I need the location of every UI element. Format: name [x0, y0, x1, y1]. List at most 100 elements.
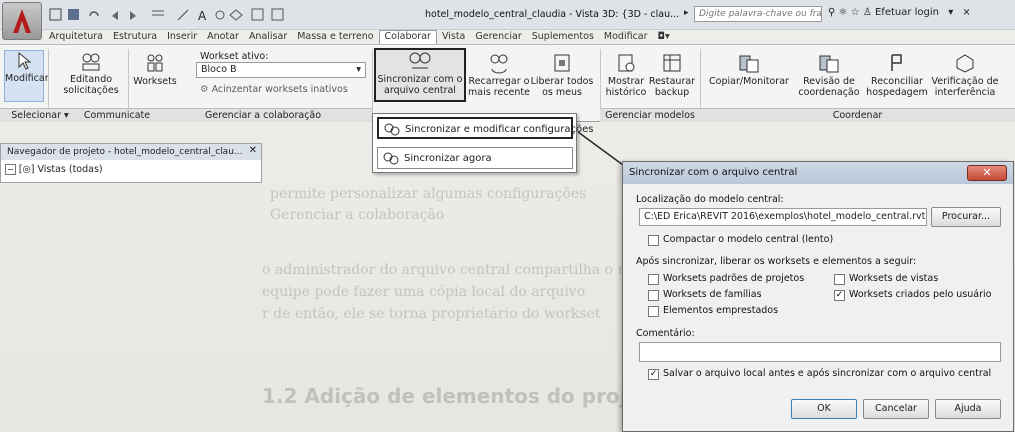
user-icon[interactable]: ♙ [863, 7, 872, 18]
tab-colaborar[interactable]: Colaborar [378, 30, 437, 44]
menu-item-label: Sincronizar e modificar configurações [405, 124, 594, 135]
modify-button[interactable]: Modificar [4, 50, 49, 102]
interference-check-label: Verificação de interferência [931, 76, 999, 98]
option-label: Worksets de famílias [663, 289, 762, 300]
copy-monitor-button[interactable]: Copiar/Monitorar [704, 52, 794, 87]
divider [372, 49, 373, 121]
after-sync-label: Após sincronizar, liberar os worksets e … [636, 256, 917, 267]
option-label: Elementos emprestados [663, 305, 779, 316]
backup-icon [663, 54, 681, 72]
view-worksets-checkbox[interactable] [834, 274, 845, 285]
svg-text:A: A [198, 9, 207, 22]
interference-check-button[interactable]: Verificação de interferência [930, 52, 1000, 98]
panel-select[interactable]: Selecionar ▾ [0, 108, 80, 122]
star-icon[interactable]: ☆ [851, 7, 860, 18]
coordination-review-label: Revisão de coordenação [798, 76, 860, 98]
sync-dropdown-menu: Sincronizar e modificar configurações Si… [372, 113, 593, 173]
copy-monitor-label: Copiar/Monitorar [709, 76, 789, 87]
comment-field[interactable] [639, 342, 1001, 362]
cursor-icon [18, 51, 32, 70]
close-icon[interactable]: ✕ [249, 145, 257, 156]
ribbon-toggle-icon[interactable]: ◘▾ [653, 30, 675, 44]
chevron-right-icon[interactable]: ▸ [684, 8, 692, 20]
tab-analisar[interactable]: Analisar [244, 30, 292, 44]
gray-worksets-icon: ⚙ [200, 84, 209, 95]
editing-requests-label: Editando solicitações [63, 74, 119, 96]
views-icon: [◎] [18, 164, 35, 175]
exchange-icon[interactable]: ⨯ [962, 7, 970, 18]
chevron-down-icon: ▾ [356, 64, 361, 75]
option-label: Worksets criados pelo usuário [849, 289, 992, 300]
gray-inactive-label: Acinzentar worksets inativos [211, 84, 348, 95]
sync-icon [383, 152, 399, 165]
help-icon[interactable]: ▾ [948, 7, 953, 18]
worksets-label: Worksets [133, 76, 177, 87]
application-menu-button[interactable] [2, 2, 42, 40]
relinquish-all-label: Liberar todos os meus [530, 76, 594, 98]
coordination-review-button[interactable]: Revisão de coordenação [794, 52, 864, 98]
tab-anotar[interactable]: Anotar [202, 30, 244, 44]
tab-vista[interactable]: Vista [437, 30, 470, 44]
ribbon-tabs: Arquitetura Estrutura Inserir Anotar Ana… [44, 30, 675, 44]
panel-coordinate: Coordenar [700, 108, 1015, 122]
menu-item-sync-now[interactable]: Sincronizar agora [377, 147, 573, 169]
book-text-line: permite personalizar algumas configuraçõ… [270, 186, 587, 202]
collapse-icon[interactable]: − [5, 164, 16, 175]
borrowed-elements-checkbox[interactable] [648, 306, 659, 317]
tab-inserir[interactable]: Inserir [162, 30, 202, 44]
editing-requests-button[interactable]: Editando solicitações [56, 52, 126, 96]
tab-modificar[interactable]: Modificar [599, 30, 653, 44]
menu-item-sync-modify[interactable]: Sincronizar e modificar configurações [377, 117, 593, 139]
infocenter-icon[interactable]: ⚛ [839, 7, 848, 18]
user-worksets-checkbox[interactable]: ✓ [834, 290, 845, 301]
interference-icon [956, 54, 974, 73]
relinquish-all-button[interactable]: Liberar todos os meus [530, 52, 594, 98]
help-button[interactable]: Ajuda [935, 399, 1001, 419]
gray-inactive-worksets-button[interactable]: ⚙ Acinzentar worksets inativos [200, 84, 348, 95]
show-history-button[interactable]: Mostrar histórico [604, 52, 648, 98]
requests-icon [82, 53, 100, 71]
reload-icon [490, 54, 508, 74]
login-link[interactable]: Efetuar login [875, 7, 939, 18]
option-label: Worksets de vistas [849, 273, 939, 284]
tree-item-views[interactable]: − [◎] Vistas (todas) [5, 164, 103, 175]
active-workset-label: Workset ativo: [200, 51, 269, 62]
worksets-icon [147, 54, 163, 72]
menu-item-label: Sincronizar agora [404, 153, 492, 164]
tab-estrutura[interactable]: Estrutura [108, 30, 162, 44]
restore-backup-label: Restaurar backup [648, 76, 696, 98]
worksets-button[interactable]: Worksets [130, 52, 180, 87]
ok-button[interactable]: OK [791, 399, 857, 419]
binoculars-icon[interactable]: ⚲ [828, 7, 835, 18]
modify-label: Modificar [5, 73, 49, 84]
relinquish-icon [554, 54, 570, 72]
history-icon [618, 54, 635, 72]
panel-communicate: Communicate [80, 108, 154, 122]
tab-massa-e-terreno[interactable]: Massa e terreno [292, 30, 378, 44]
tab-arquitetura[interactable]: Arquitetura [44, 30, 108, 44]
tab-suplementos[interactable]: Suplementos [527, 30, 599, 44]
family-worksets-checkbox[interactable] [648, 290, 659, 301]
reconcile-icon [891, 54, 902, 71]
restore-backup-button[interactable]: Restaurar backup [648, 52, 696, 98]
dialog-title: Sincronizar com o arquivo central [623, 162, 1013, 184]
dialog-close-button[interactable]: ✕ [967, 165, 1007, 181]
browse-button[interactable]: Procurar... [931, 207, 1001, 227]
book-text-line: equipe pode fazer uma cópia local do arq… [262, 284, 586, 300]
search-input[interactable]: Digite palavra-chave ou frase [694, 6, 822, 22]
reload-latest-label: Recarregar o mais recente [468, 76, 530, 98]
compact-checkbox[interactable] [648, 235, 659, 246]
tab-gerenciar[interactable]: Gerenciar [470, 30, 526, 44]
location-field[interactable]: C:\ED Erica\REVIT 2016\exemplos\hotel_mo… [639, 208, 927, 226]
sync-central-button[interactable]: Sincronizar com o arquivo central [374, 48, 466, 102]
window-title: hotel_modelo_central_claudia - Vista 3D:… [425, 9, 680, 20]
reload-latest-button[interactable]: Recarregar o mais recente [468, 52, 530, 98]
project-worksets-checkbox[interactable] [648, 274, 659, 285]
active-workset-select[interactable]: Bloco B ▾ [196, 62, 366, 78]
panel-manage-collaboration: Gerenciar a colaboração [154, 108, 372, 122]
book-text-line: r de então, ele se torna proprietário do… [262, 306, 601, 322]
save-local-label: Salvar o arquivo local antes e após sinc… [663, 368, 992, 379]
reconcile-hosting-button[interactable]: Reconciliar hospedagem [864, 52, 930, 98]
save-local-checkbox[interactable]: ✓ [648, 369, 659, 380]
cancel-button[interactable]: Cancelar [863, 399, 929, 419]
